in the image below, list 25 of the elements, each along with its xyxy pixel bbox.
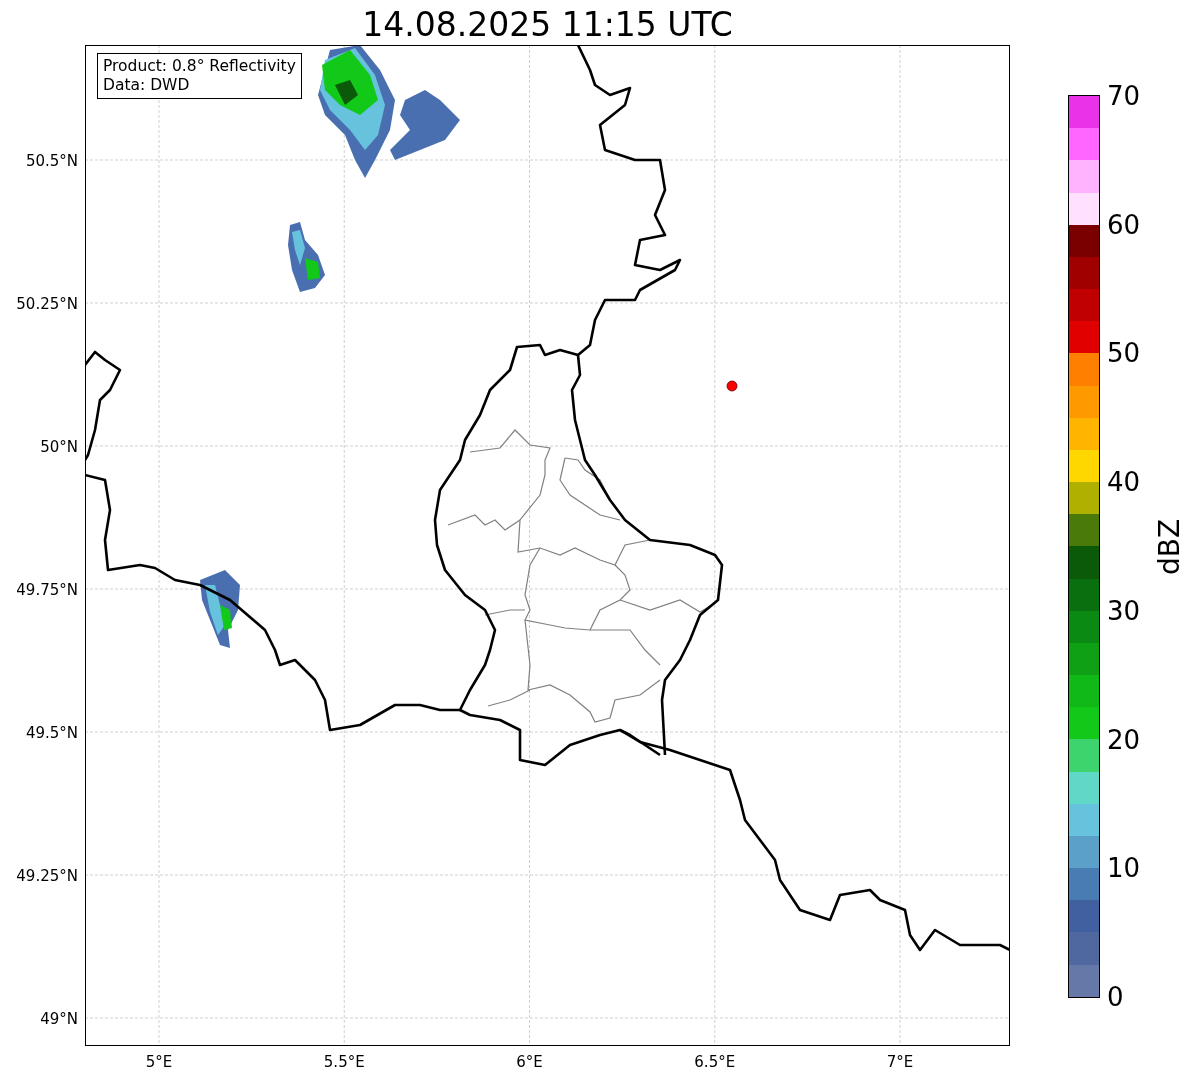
info-text: Product: 0.8° Reflectivity — [103, 57, 296, 76]
latitude-label: 49.75°N — [16, 581, 78, 599]
latitude-label: 50.5°N — [25, 152, 78, 170]
chart-title: 14.08.2025 11:15 UTC — [361, 5, 734, 45]
latitude-label: 49.25°N — [16, 867, 78, 885]
station-marker — [726, 380, 738, 392]
colorbar-tick-label: 60 — [1107, 209, 1141, 240]
colorbar-tick-label: 70 — [1107, 81, 1141, 111]
longitude-label: 7°E — [886, 1053, 914, 1071]
longitude-label: 6°E — [516, 1053, 543, 1071]
latitude-label: 49°N — [40, 1010, 78, 1028]
colorbar-tick-label: 10 — [1107, 853, 1141, 884]
colorbar-label: dBZ — [1152, 518, 1186, 575]
longitude-label: 5°E — [145, 1053, 173, 1071]
info-text: Data: DWD — [103, 76, 191, 95]
longitude-label: 5.5°E — [323, 1053, 365, 1071]
colorbar-tick-label: 30 — [1107, 595, 1141, 626]
latitude-label: 50°N — [40, 438, 78, 456]
colorbar-tick-label: 50 — [1107, 338, 1141, 369]
colorbar-tick-label: 0 — [1107, 982, 1124, 1012]
colorbar-tick-label: 40 — [1107, 467, 1141, 498]
latitude-label: 49.5°N — [25, 724, 78, 742]
longitude-label: 6.5°E — [694, 1053, 736, 1071]
colorbar-tick-label: 20 — [1107, 724, 1141, 755]
latitude-label: 50.25°N — [16, 295, 78, 313]
